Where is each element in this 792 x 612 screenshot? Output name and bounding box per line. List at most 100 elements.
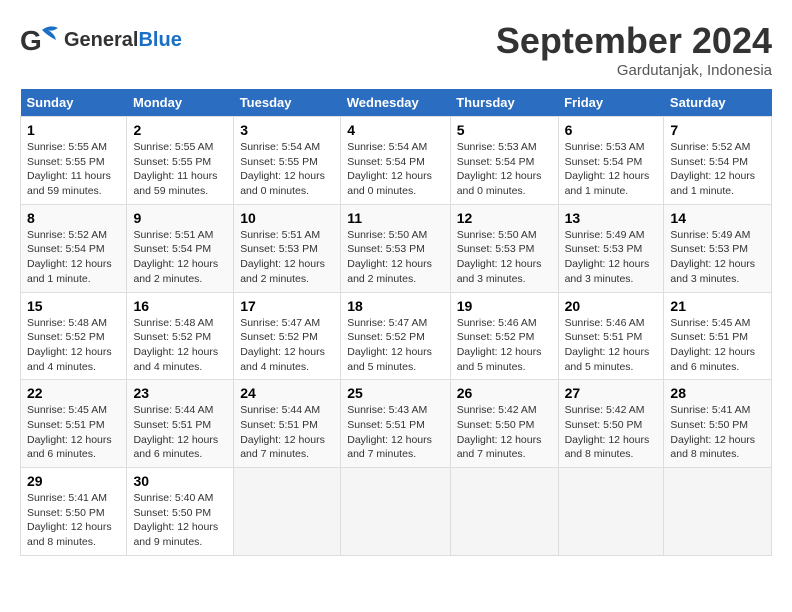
day-detail: Sunrise: 5:50 AM Sunset: 5:53 PM Dayligh…: [457, 228, 552, 287]
day-detail: Sunrise: 5:54 AM Sunset: 5:54 PM Dayligh…: [347, 140, 443, 199]
day-number: 12: [457, 210, 552, 226]
day-detail: Sunrise: 5:42 AM Sunset: 5:50 PM Dayligh…: [457, 403, 552, 462]
weekday-header-tuesday: Tuesday: [234, 89, 341, 117]
day-number: 9: [133, 210, 227, 226]
weekday-header-sunday: Sunday: [21, 89, 127, 117]
day-detail: Sunrise: 5:42 AM Sunset: 5:50 PM Dayligh…: [565, 403, 658, 462]
calendar-cell: 10Sunrise: 5:51 AM Sunset: 5:53 PM Dayli…: [234, 204, 341, 292]
calendar-week-1: 1 Sunrise: 5:55 AM Sunset: 5:55 PM Daylig…: [21, 117, 772, 205]
day-number: 27: [565, 385, 658, 401]
day-number: 3: [240, 122, 334, 138]
day-detail: Sunrise: 5:53 AM Sunset: 5:54 PM Dayligh…: [565, 140, 658, 199]
day-number: 30: [133, 473, 227, 489]
calendar-cell: [664, 468, 772, 556]
logo: G GeneralBlue: [20, 20, 182, 60]
day-number: 4: [347, 122, 443, 138]
day-detail: Sunrise: 5:44 AM Sunset: 5:51 PM Dayligh…: [240, 403, 334, 462]
day-number: 26: [457, 385, 552, 401]
day-number: 5: [457, 122, 552, 138]
day-number: 6: [565, 122, 658, 138]
calendar-week-3: 15 Sunrise: 5:48 AM Sunset: 5:52 PM Dayli…: [21, 292, 772, 380]
calendar-table: SundayMondayTuesdayWednesdayThursdayFrid…: [20, 89, 772, 556]
calendar-cell: 7 Sunrise: 5:52 AM Sunset: 5:54 PM Daylig…: [664, 117, 772, 205]
day-number: 23: [133, 385, 227, 401]
calendar-cell: 3 Sunrise: 5:54 AM Sunset: 5:55 PM Daylig…: [234, 117, 341, 205]
day-detail: Sunrise: 5:52 AM Sunset: 5:54 PM Dayligh…: [670, 140, 765, 199]
day-detail: Sunrise: 5:53 AM Sunset: 5:54 PM Dayligh…: [457, 140, 552, 199]
calendar-cell: 5 Sunrise: 5:53 AM Sunset: 5:54 PM Daylig…: [450, 117, 558, 205]
day-number: 24: [240, 385, 334, 401]
day-detail: Sunrise: 5:48 AM Sunset: 5:52 PM Dayligh…: [27, 316, 120, 375]
calendar-cell: 1 Sunrise: 5:55 AM Sunset: 5:55 PM Daylig…: [21, 117, 127, 205]
day-detail: Sunrise: 5:52 AM Sunset: 5:54 PM Dayligh…: [27, 228, 120, 287]
day-number: 25: [347, 385, 443, 401]
day-number: 7: [670, 122, 765, 138]
calendar-cell: 6 Sunrise: 5:53 AM Sunset: 5:54 PM Daylig…: [558, 117, 664, 205]
day-number: 22: [27, 385, 120, 401]
weekday-header-thursday: Thursday: [450, 89, 558, 117]
calendar-week-5: 29 Sunrise: 5:41 AM Sunset: 5:50 PM Dayli…: [21, 468, 772, 556]
calendar-cell: 19Sunrise: 5:46 AM Sunset: 5:52 PM Dayli…: [450, 292, 558, 380]
day-detail: Sunrise: 5:47 AM Sunset: 5:52 PM Dayligh…: [240, 316, 334, 375]
day-number: 21: [670, 298, 765, 314]
day-detail: Sunrise: 5:41 AM Sunset: 5:50 PM Dayligh…: [27, 491, 120, 550]
weekday-header-saturday: Saturday: [664, 89, 772, 117]
day-detail: Sunrise: 5:40 AM Sunset: 5:50 PM Dayligh…: [133, 491, 227, 550]
calendar-cell: 14Sunrise: 5:49 AM Sunset: 5:53 PM Dayli…: [664, 204, 772, 292]
day-number: 13: [565, 210, 658, 226]
day-detail: Sunrise: 5:50 AM Sunset: 5:53 PM Dayligh…: [347, 228, 443, 287]
day-number: 17: [240, 298, 334, 314]
logo-text: GeneralBlue: [64, 29, 182, 51]
logo-bird-icon: G: [20, 20, 60, 60]
calendar-cell: 2Sunrise: 5:55 AM Sunset: 5:55 PM Daylig…: [127, 117, 234, 205]
day-detail: Sunrise: 5:49 AM Sunset: 5:53 PM Dayligh…: [565, 228, 658, 287]
calendar-cell: 23Sunrise: 5:44 AM Sunset: 5:51 PM Dayli…: [127, 380, 234, 468]
day-number: 10: [240, 210, 334, 226]
day-detail: Sunrise: 5:55 AM Sunset: 5:55 PM Dayligh…: [133, 140, 227, 199]
day-number: 18: [347, 298, 443, 314]
calendar-cell: 15 Sunrise: 5:48 AM Sunset: 5:52 PM Dayli…: [21, 292, 127, 380]
day-detail: Sunrise: 5:45 AM Sunset: 5:51 PM Dayligh…: [670, 316, 765, 375]
calendar-cell: 28Sunrise: 5:41 AM Sunset: 5:50 PM Dayli…: [664, 380, 772, 468]
day-number: 29: [27, 473, 120, 489]
day-detail: Sunrise: 5:45 AM Sunset: 5:51 PM Dayligh…: [27, 403, 120, 462]
calendar-cell: 13 Sunrise: 5:49 AM Sunset: 5:53 PM Dayli…: [558, 204, 664, 292]
calendar-cell: 25Sunrise: 5:43 AM Sunset: 5:51 PM Dayli…: [341, 380, 450, 468]
month-title: September 2024: [496, 20, 772, 62]
calendar-cell: [234, 468, 341, 556]
page-header: G GeneralBlue September 2024 Gardutanjak…: [20, 20, 772, 79]
weekday-header-wednesday: Wednesday: [341, 89, 450, 117]
location-subtitle: Gardutanjak, Indonesia: [496, 62, 772, 79]
calendar-cell: 30 Sunrise: 5:40 AM Sunset: 5:50 PM Dayli…: [127, 468, 234, 556]
calendar-cell: 26 Sunrise: 5:42 AM Sunset: 5:50 PM Dayli…: [450, 380, 558, 468]
calendar-cell: 29 Sunrise: 5:41 AM Sunset: 5:50 PM Dayli…: [21, 468, 127, 556]
calendar-week-4: 22 Sunrise: 5:45 AM Sunset: 5:51 PM Dayli…: [21, 380, 772, 468]
calendar-cell: 27 Sunrise: 5:42 AM Sunset: 5:50 PM Dayli…: [558, 380, 664, 468]
day-detail: Sunrise: 5:54 AM Sunset: 5:55 PM Dayligh…: [240, 140, 334, 199]
day-number: 8: [27, 210, 120, 226]
calendar-cell: 21 Sunrise: 5:45 AM Sunset: 5:51 PM Dayli…: [664, 292, 772, 380]
day-number: 15: [27, 298, 120, 314]
calendar-cell: [450, 468, 558, 556]
calendar-week-2: 8 Sunrise: 5:52 AM Sunset: 5:54 PM Daylig…: [21, 204, 772, 292]
calendar-cell: 4 Sunrise: 5:54 AM Sunset: 5:54 PM Daylig…: [341, 117, 450, 205]
day-detail: Sunrise: 5:55 AM Sunset: 5:55 PM Dayligh…: [27, 140, 120, 199]
calendar-cell: 12 Sunrise: 5:50 AM Sunset: 5:53 PM Dayli…: [450, 204, 558, 292]
day-detail: Sunrise: 5:47 AM Sunset: 5:52 PM Dayligh…: [347, 316, 443, 375]
calendar-cell: 8 Sunrise: 5:52 AM Sunset: 5:54 PM Daylig…: [21, 204, 127, 292]
calendar-cell: 22 Sunrise: 5:45 AM Sunset: 5:51 PM Dayli…: [21, 380, 127, 468]
day-detail: Sunrise: 5:51 AM Sunset: 5:54 PM Dayligh…: [133, 228, 227, 287]
calendar-cell: [558, 468, 664, 556]
day-detail: Sunrise: 5:46 AM Sunset: 5:52 PM Dayligh…: [457, 316, 552, 375]
logo-general: General: [64, 29, 138, 51]
day-number: 11: [347, 210, 443, 226]
calendar-cell: 20Sunrise: 5:46 AM Sunset: 5:51 PM Dayli…: [558, 292, 664, 380]
day-number: 16: [133, 298, 227, 314]
weekday-header-friday: Friday: [558, 89, 664, 117]
calendar-cell: 16Sunrise: 5:48 AM Sunset: 5:52 PM Dayli…: [127, 292, 234, 380]
calendar-cell: 11 Sunrise: 5:50 AM Sunset: 5:53 PM Dayli…: [341, 204, 450, 292]
calendar-cell: 17 Sunrise: 5:47 AM Sunset: 5:52 PM Dayli…: [234, 292, 341, 380]
day-detail: Sunrise: 5:49 AM Sunset: 5:53 PM Dayligh…: [670, 228, 765, 287]
day-number: 1: [27, 122, 120, 138]
day-detail: Sunrise: 5:46 AM Sunset: 5:51 PM Dayligh…: [565, 316, 658, 375]
